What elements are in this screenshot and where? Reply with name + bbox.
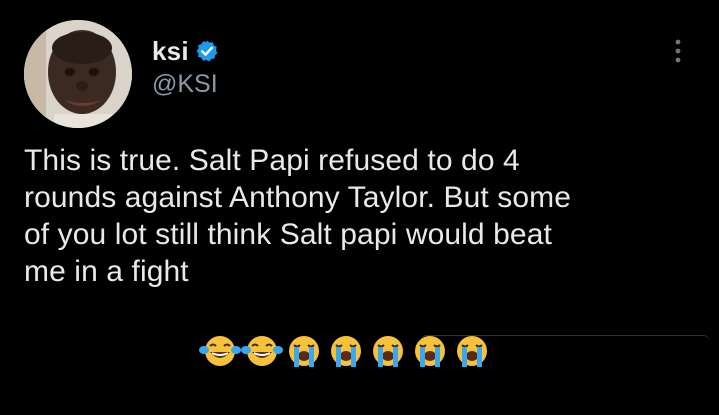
avatar[interactable] [24,20,132,128]
face-with-tears-of-joy-icon [198,259,241,366]
face-with-tears-of-joy-icon [240,259,283,366]
display-name[interactable]: ksi [152,36,189,67]
tweet-card[interactable]: ksi @KSI This is true. Salt Papi refused… [0,0,719,367]
tweet-line-3: of you lot still think Salt papi would b… [24,218,552,251]
loudly-crying-face-icon [367,259,409,367]
more-options-icon[interactable] [666,36,690,66]
tweet-line-1: This is true. Salt Papi refused to do 4 [24,144,520,177]
name-row: ksi [152,36,219,66]
loudly-crying-face-icon [451,259,493,367]
loudly-crying-face-icon [409,259,451,367]
handle[interactable]: @KSI [152,70,219,99]
author-block: ksi @KSI [152,36,219,99]
verified-badge-icon [195,39,219,63]
quoted-card-edge [420,335,710,342]
loudly-crying-face-icon [325,259,367,367]
loudly-crying-face-icon [283,259,325,367]
emoji-row [198,259,493,367]
tweet-line-4: me in a fight [24,255,189,288]
tweet-line-2: rounds against Anthony Taylor. But some [24,181,572,214]
tweet-text: This is true. Salt Papi refused to do 4 … [24,142,704,367]
